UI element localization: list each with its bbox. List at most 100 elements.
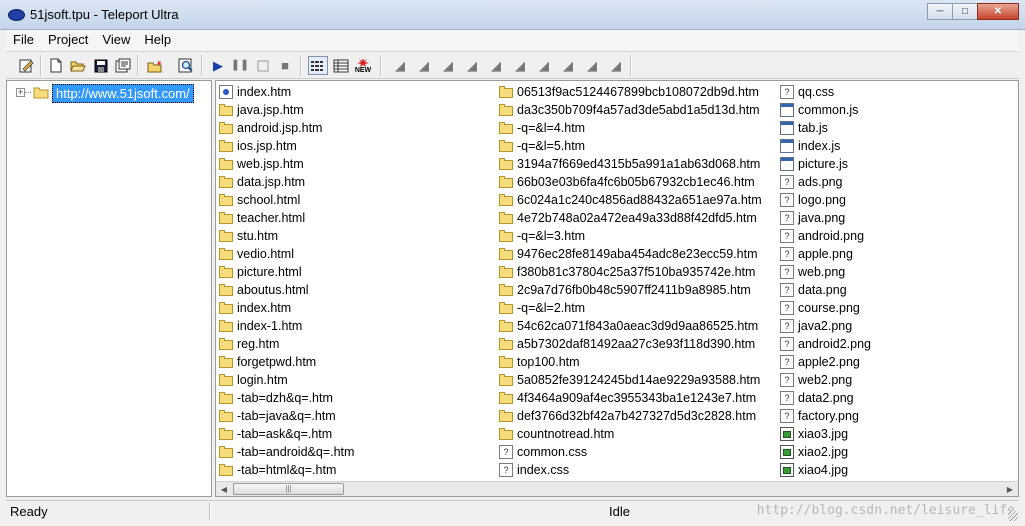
file-item[interactable]: ? apple.png <box>780 245 871 263</box>
file-item[interactable]: school.html <box>219 191 354 209</box>
file-item[interactable]: ? logo.png <box>780 191 871 209</box>
nav-arrow-icon[interactable]: ◢ <box>390 56 410 75</box>
file-item[interactable]: ? web2.png <box>780 371 871 389</box>
file-item[interactable]: stu.htm <box>219 227 354 245</box>
file-item[interactable]: xiao2.jpg <box>780 443 871 461</box>
file-item[interactable]: reg.htm <box>219 335 354 353</box>
file-item[interactable]: -tab=html&q=.htm <box>219 461 354 479</box>
file-item[interactable]: f380b81c37804c25a37f510ba935742e.htm <box>499 263 762 281</box>
file-item[interactable]: -tab=ask&q=.htm <box>219 425 354 443</box>
file-item[interactable]: teacher.html <box>219 209 354 227</box>
file-item[interactable]: 4f3464a909af4ec3955343ba1e1243e7.htm <box>499 389 762 407</box>
start-icon[interactable]: ▶ <box>208 56 228 75</box>
nav-arrow-icon[interactable]: ◢ <box>558 56 578 75</box>
file-item[interactable]: index.htm <box>219 83 354 101</box>
file-item[interactable]: -q=&l=5.htm <box>499 137 762 155</box>
file-item[interactable]: ? web.png <box>780 263 871 281</box>
maximize-button[interactable]: □ <box>952 3 978 20</box>
scrollbar-thumb[interactable]: ||| <box>233 483 344 495</box>
file-item[interactable]: index-1.htm <box>219 317 354 335</box>
file-item[interactable]: ? java.png <box>780 209 871 227</box>
file-item[interactable]: index.htm <box>219 299 354 317</box>
file-item[interactable]: -q=&l=2.htm <box>499 299 762 317</box>
edit-project-icon[interactable] <box>16 56 36 75</box>
project-tree[interactable]: + http://www.51jsoft.com/ <box>6 80 212 497</box>
file-item[interactable]: picture.html <box>219 263 354 281</box>
file-item[interactable]: ? data.png <box>780 281 871 299</box>
list-view-icon[interactable] <box>308 56 328 75</box>
file-item[interactable]: 9476ec28fe8149aba454adc8e23ecc59.htm <box>499 245 762 263</box>
nav-arrow-icon[interactable]: ◢ <box>582 56 602 75</box>
file-item[interactable]: ? android2.png <box>780 335 871 353</box>
resize-grip[interactable] <box>1008 511 1018 521</box>
file-list[interactable]: index.htm java.jsp.htm android.jsp.htm ios.… <box>215 80 1019 497</box>
file-item[interactable]: da3c350b709f4a57ad3de5abd1a5d13d.htm <box>499 101 762 119</box>
add-folder-icon[interactable] <box>145 56 165 75</box>
pause-icon[interactable]: ❚❚ <box>230 56 250 75</box>
file-item[interactable]: ? course.png <box>780 299 871 317</box>
file-item[interactable]: ? apple2.png <box>780 353 871 371</box>
file-item[interactable]: tab.js <box>780 119 871 137</box>
file-item[interactable]: picture.js <box>780 155 871 173</box>
file-item[interactable]: index.js <box>780 137 871 155</box>
new-file-icon[interactable] <box>46 56 66 75</box>
file-item[interactable]: xiao4.jpg <box>780 461 871 479</box>
open-folder-icon[interactable] <box>68 56 88 75</box>
file-item[interactable]: java.jsp.htm <box>219 101 354 119</box>
file-item[interactable]: a5b7302daf81492aa27c3e93f118d390.htm <box>499 335 762 353</box>
new-items-icon[interactable]: NEW <box>353 56 373 75</box>
expand-icon[interactable]: + <box>16 88 25 97</box>
nav-arrow-icon[interactable]: ◢ <box>534 56 554 75</box>
file-item[interactable]: ? qq.css <box>780 83 871 101</box>
file-item[interactable]: 5a0852fe39124245bd14ae9229a93588.htm <box>499 371 762 389</box>
nav-arrow-icon[interactable]: ◢ <box>510 56 530 75</box>
close-button[interactable]: ✕ <box>977 3 1019 20</box>
menu-file[interactable]: File <box>6 30 41 50</box>
file-item[interactable]: -q=&l=4.htm <box>499 119 762 137</box>
file-item[interactable]: common.js <box>780 101 871 119</box>
nav-arrow-icon[interactable]: ◢ <box>438 56 458 75</box>
file-item[interactable]: 54c62ca071f843a0aeac3d9d9aa86525.htm <box>499 317 762 335</box>
file-item[interactable]: top100.htm <box>499 353 762 371</box>
file-item[interactable]: 66b03e03b6fa4fc6b05b67932cb1ec46.htm <box>499 173 762 191</box>
tree-root-item[interactable]: http://www.51jsoft.com/ <box>52 84 194 103</box>
file-item[interactable]: 6c024a1c240c4856ad88432a651ae97a.htm <box>499 191 762 209</box>
file-item[interactable]: aboutus.html <box>219 281 354 299</box>
file-item[interactable]: ? ads.png <box>780 173 871 191</box>
scroll-left-icon[interactable]: ◀ <box>218 484 230 495</box>
file-item[interactable]: vedio.html <box>219 245 354 263</box>
scroll-right-icon[interactable]: ▶ <box>1004 484 1016 495</box>
search-icon[interactable] <box>176 56 196 75</box>
file-item[interactable]: def3766d32bf42a7b427327d5d3c2828.htm <box>499 407 762 425</box>
file-item[interactable]: -q=&l=3.htm <box>499 227 762 245</box>
file-item[interactable]: 4e72b748a02a472ea49a33d88f42dfd5.htm <box>499 209 762 227</box>
menu-view[interactable]: View <box>95 30 137 50</box>
file-item[interactable]: web.jsp.htm <box>219 155 354 173</box>
file-item[interactable]: android.jsp.htm <box>219 119 354 137</box>
app-icon[interactable] <box>8 9 25 21</box>
details-view-icon[interactable] <box>331 56 351 75</box>
file-item[interactable]: ? java2.png <box>780 317 871 335</box>
file-item[interactable]: login.htm <box>219 371 354 389</box>
file-item[interactable]: -tab=dzh&q=.htm <box>219 389 354 407</box>
file-item[interactable]: data.jsp.htm <box>219 173 354 191</box>
nav-arrow-icon[interactable]: ◢ <box>462 56 482 75</box>
save-icon[interactable] <box>91 56 111 75</box>
properties-icon[interactable] <box>113 56 133 75</box>
file-item[interactable]: ? android.png <box>780 227 871 245</box>
file-item[interactable]: 2c9a7d76fb0b48c5907ff2411b9a8985.htm <box>499 281 762 299</box>
file-item[interactable]: ? factory.png <box>780 407 871 425</box>
nav-arrow-icon[interactable]: ◢ <box>414 56 434 75</box>
file-item[interactable]: forgetpwd.htm <box>219 353 354 371</box>
nav-arrow-icon[interactable]: ◢ <box>486 56 506 75</box>
stop-icon[interactable]: ■ <box>275 56 295 75</box>
file-item[interactable]: xiao3.jpg <box>780 425 871 443</box>
file-item[interactable]: -tab=java&q=.htm <box>219 407 354 425</box>
horizontal-scrollbar[interactable]: ◀ ||| ▶ <box>216 481 1018 496</box>
file-item[interactable]: countnotread.htm <box>499 425 762 443</box>
file-item[interactable]: ? data2.png <box>780 389 871 407</box>
file-item[interactable]: ? index.css <box>499 461 762 479</box>
file-item[interactable]: ? common.css <box>499 443 762 461</box>
menu-project[interactable]: Project <box>41 30 95 50</box>
minimize-button[interactable]: ─ <box>927 3 953 20</box>
